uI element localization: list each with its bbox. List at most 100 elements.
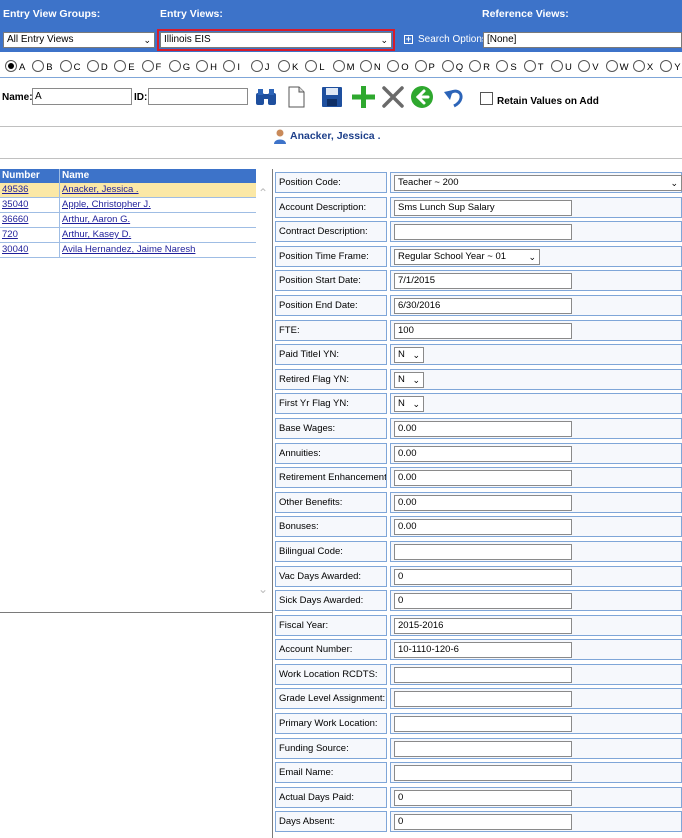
field-input[interactable]: 10-1110-120-6 [394, 642, 572, 659]
table-row[interactable]: 36660 Arthur, Aaron G. [0, 213, 256, 228]
employee-number-link[interactable]: 36660 [0, 213, 60, 227]
alphabet-radio-l[interactable] [305, 60, 318, 72]
alphabet-radio-r[interactable] [469, 60, 482, 72]
column-header-name[interactable]: Name [60, 169, 256, 183]
employee-number-link[interactable]: 49536 [0, 183, 60, 197]
alphabet-radio-s[interactable] [496, 60, 509, 72]
alphabet-radio-e[interactable] [114, 60, 127, 72]
binoculars-icon[interactable] [254, 84, 278, 110]
alphabet-radio-d[interactable] [86, 60, 99, 72]
scroll-up-icon[interactable]: ⌃ [258, 186, 268, 200]
field-label: First Yr Flag YN: [275, 393, 387, 415]
field-input[interactable]: 6/30/2016 [394, 297, 572, 314]
employee-name-link[interactable]: Arthur, Kasey D. [60, 228, 256, 242]
employee-name-link[interactable]: Arthur, Aaron G. [60, 213, 256, 227]
form-row: Primary Work Location: [275, 712, 682, 737]
field-input[interactable]: 0.00 [394, 494, 572, 511]
field-input[interactable] [394, 666, 572, 683]
alphabet-radio-y[interactable] [660, 60, 673, 72]
field-select[interactable]: Regular School Year ~ 01 ⌄ [394, 248, 540, 265]
employee-name-link[interactable]: Apple, Christopher J. [60, 198, 256, 212]
entry-view-groups-label: Entry View Groups: [3, 8, 101, 20]
alphabet-radio-o[interactable] [387, 60, 400, 72]
field-input[interactable] [394, 716, 572, 733]
alphabet-radio-i[interactable] [223, 60, 236, 72]
alphabet-radio-x[interactable] [632, 60, 645, 72]
field-select[interactable]: N ⌄ [394, 347, 424, 364]
list-scrollbar[interactable]: ⌃ ⌄ [256, 184, 272, 598]
field-label: FTE: [275, 319, 387, 341]
delete-icon[interactable] [381, 84, 405, 110]
field-input[interactable]: 0 [394, 789, 572, 806]
alphabet-radio-p[interactable] [414, 60, 427, 72]
new-document-icon[interactable] [284, 84, 308, 110]
form-row: Other Benefits: 0.00 [275, 491, 682, 516]
entry-views-label: Entry Views: [160, 8, 223, 20]
alphabet-radio-j[interactable] [250, 60, 263, 72]
field-select[interactable]: Teacher ~ 200 ⌄ [394, 175, 682, 191]
alphabet-radio-m[interactable] [332, 60, 345, 72]
entry-views-select[interactable]: Illinois EIS ⌄ [157, 29, 395, 51]
alphabet-radio-h[interactable] [196, 60, 209, 72]
alphabet-radio-c[interactable] [59, 60, 72, 72]
alphabet-radio-g[interactable] [168, 60, 181, 72]
field-value: Sms Lunch Sup Salary [398, 201, 495, 213]
employee-name-link[interactable]: Avila Hernandez, Jaime Naresh [60, 243, 256, 257]
alphabet-radio-u[interactable] [551, 60, 563, 72]
save-icon[interactable] [320, 84, 344, 110]
name-input[interactable]: A [32, 88, 132, 105]
field-input[interactable]: Sms Lunch Sup Salary [394, 199, 572, 216]
employee-number-link[interactable]: 30040 [0, 243, 60, 257]
alphabet-radio-w[interactable] [605, 60, 618, 72]
table-row[interactable]: 30040 Avila Hernandez, Jaime Naresh [0, 243, 256, 258]
alphabet-radio-b[interactable] [32, 60, 45, 72]
alphabet-letter: P [428, 62, 435, 73]
undo-icon[interactable] [442, 84, 466, 110]
chevron-down-icon: ⌄ [670, 178, 678, 188]
field-input[interactable] [394, 765, 572, 782]
id-input[interactable] [148, 88, 248, 105]
employee-number-link[interactable]: 720 [0, 228, 60, 242]
field-input[interactable] [394, 691, 572, 708]
search-options-link[interactable]: Search Options [418, 34, 487, 45]
back-icon[interactable] [410, 84, 434, 110]
field-select[interactable]: N ⌄ [394, 371, 424, 388]
alphabet-letter: Q [455, 62, 464, 73]
employee-number-link[interactable]: 35040 [0, 198, 60, 212]
field-input[interactable]: 0 [394, 568, 572, 585]
scroll-down-icon[interactable]: ⌄ [258, 582, 268, 596]
column-header-number[interactable]: Number [0, 169, 60, 183]
alphabet-radio-k[interactable] [278, 60, 290, 72]
field-input[interactable] [394, 224, 572, 241]
field-input[interactable]: 0.00 [394, 445, 572, 462]
alphabet-radio-t[interactable] [523, 60, 536, 72]
field-input[interactable]: 0 [394, 593, 572, 610]
table-row[interactable]: 720 Arthur, Kasey D. [0, 228, 256, 243]
add-icon[interactable] [351, 84, 375, 110]
alphabet-letter: A [19, 62, 26, 73]
entry-view-groups-select[interactable]: All Entry Views ⌄ [3, 32, 155, 48]
alphabet-radio-n[interactable] [359, 60, 372, 72]
alphabet-radio-v[interactable] [578, 60, 591, 72]
field-input[interactable]: 0.00 [394, 470, 572, 487]
field-input[interactable] [394, 543, 572, 560]
field-input[interactable]: 0.00 [394, 519, 572, 536]
table-row[interactable]: 49536 Anacker, Jessica . [0, 183, 256, 198]
field-select[interactable]: N ⌄ [394, 396, 424, 413]
field-input[interactable]: 100 [394, 322, 572, 339]
expand-plus-icon[interactable]: + [404, 35, 413, 44]
field-cell: Sms Lunch Sup Salary [390, 196, 682, 218]
table-row[interactable]: 35040 Apple, Christopher J. [0, 198, 256, 213]
retain-values-checkbox[interactable] [480, 92, 493, 105]
reference-views-select[interactable]: [None] [483, 32, 682, 48]
selected-person-name: Anacker, Jessica . [290, 130, 381, 142]
alphabet-radio-f[interactable] [141, 60, 154, 72]
alphabet-radio-q[interactable] [441, 60, 454, 72]
field-input[interactable]: 0 [394, 814, 572, 831]
field-input[interactable]: 7/1/2015 [394, 273, 572, 290]
field-input[interactable] [394, 740, 572, 757]
field-input[interactable]: 0.00 [394, 420, 572, 437]
employee-name-link[interactable]: Anacker, Jessica . [60, 183, 256, 197]
field-input[interactable]: 2015-2016 [394, 617, 572, 634]
alphabet-radio-a[interactable] [5, 60, 17, 72]
